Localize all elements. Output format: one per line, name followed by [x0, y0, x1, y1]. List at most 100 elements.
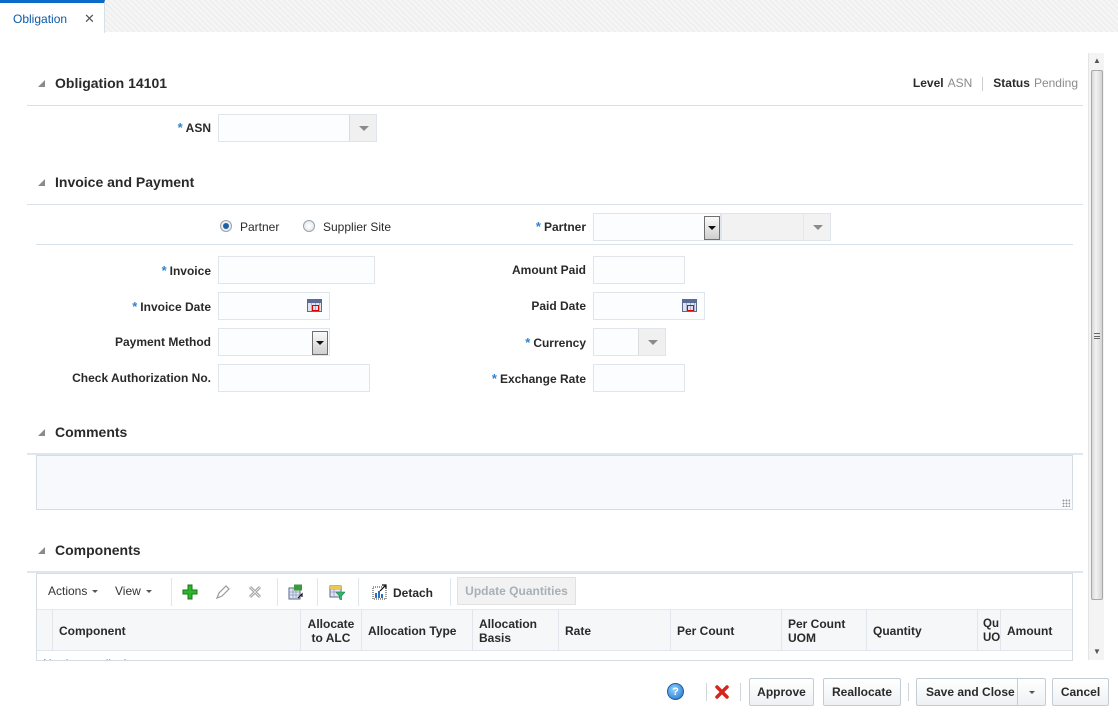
invoice-date-input[interactable] [218, 292, 330, 320]
status-label: Status [993, 76, 1030, 90]
divider [706, 683, 707, 701]
column-header-allocation-type[interactable]: Allocation Type [362, 610, 473, 651]
exchange-rate-label: * Exchange Rate [491, 371, 586, 386]
partner-radio-label[interactable]: Partner [240, 220, 279, 234]
invoice-label: * Invoice [161, 263, 211, 278]
partner-description-field [721, 213, 831, 241]
toolbar-separator [171, 578, 172, 606]
delete-x-icon[interactable] [714, 684, 730, 700]
header-info: Level ASN Status Pending [913, 76, 1078, 91]
close-icon[interactable]: ✕ [84, 11, 95, 27]
required-indicator: * [535, 219, 541, 234]
column-header-quantity[interactable]: Quantity [867, 610, 978, 651]
required-indicator: * [525, 335, 531, 350]
disclosure-triangle-icon[interactable] [38, 547, 45, 554]
chevron-down-icon[interactable] [704, 216, 720, 240]
status-value: Pending [1033, 76, 1078, 90]
detach-icon [372, 584, 387, 600]
required-indicator: * [132, 299, 138, 314]
save-and-close-label[interactable]: Save and Close [926, 685, 1015, 699]
required-indicator: * [177, 120, 183, 135]
tab-label[interactable]: Obligation [13, 12, 67, 26]
supplier-site-radio-label[interactable]: Supplier Site [323, 220, 391, 234]
chevron-down-icon [145, 590, 152, 594]
chevron-down-icon[interactable] [638, 329, 665, 355]
toolbar-separator [358, 578, 359, 606]
approve-button[interactable]: Approve [749, 678, 814, 706]
divider [908, 683, 909, 701]
exchange-rate-input[interactable] [593, 364, 685, 392]
calendar-icon[interactable] [682, 299, 697, 312]
scroll-thumb[interactable] [1091, 70, 1103, 600]
payment-method-label: Payment Method [114, 335, 211, 349]
disclosure-triangle-icon[interactable] [38, 179, 45, 186]
view-menu[interactable]: View [115, 584, 152, 598]
supplier-site-radio[interactable] [303, 220, 315, 232]
toolbar-separator [450, 578, 451, 606]
table-header-row: Component Allocate to ALC Allocation Typ… [37, 610, 1072, 651]
tab-bar: Obligation ✕ [0, 0, 1118, 33]
column-header-allocate-to-alc[interactable]: Allocate to ALC [301, 610, 362, 651]
amount-paid-input[interactable] [593, 256, 685, 284]
column-header-amount[interactable]: Amount [1001, 610, 1072, 651]
divider [27, 204, 1083, 205]
amount-paid-label: Amount Paid [512, 263, 586, 277]
tab-obligation[interactable]: Obligation ✕ [0, 0, 105, 33]
cancel-button[interactable]: Cancel [1052, 678, 1109, 706]
divider [740, 683, 741, 701]
currency-select[interactable] [593, 328, 666, 356]
components-table: Actions View Detach Update Quantities Co… [36, 573, 1073, 661]
partner-select[interactable] [593, 213, 721, 241]
chevron-down-icon[interactable] [1017, 679, 1045, 705]
section-title: Components [55, 542, 141, 558]
partner-radio[interactable] [220, 220, 232, 232]
resize-handle-icon[interactable] [1062, 499, 1070, 507]
calendar-icon[interactable] [307, 299, 322, 312]
vertical-scrollbar[interactable]: ▲ ▼ [1088, 53, 1104, 660]
grip-icon [1094, 333, 1100, 339]
required-indicator: * [161, 263, 167, 278]
actions-menu[interactable]: Actions [48, 584, 99, 598]
query-filter-icon[interactable] [329, 584, 345, 600]
table-toolbar: Actions View Detach Update Quantities [37, 574, 1072, 610]
check-authorization-input[interactable] [218, 364, 370, 392]
chevron-down-icon [803, 214, 830, 240]
toolbar-separator [277, 578, 278, 606]
scroll-up-arrow-icon[interactable]: ▲ [1089, 53, 1105, 69]
invoice-input[interactable] [218, 256, 375, 284]
export-excel-icon[interactable] [288, 584, 304, 600]
footer-button-bar: ? Approve Reallocate Save and Close Canc… [0, 672, 1118, 712]
column-header-component[interactable]: Component [53, 610, 301, 651]
column-header-per-count-uom[interactable]: Per Count UOM [782, 610, 867, 651]
currency-label: * Currency [525, 335, 586, 350]
chevron-down-icon [92, 590, 99, 594]
toolbar-separator [317, 578, 318, 606]
scroll-down-arrow-icon[interactable]: ▼ [1089, 644, 1105, 660]
paid-date-input[interactable] [593, 292, 705, 320]
column-header-rate[interactable]: Rate [559, 610, 671, 651]
reallocate-button[interactable]: Reallocate [823, 678, 901, 706]
add-icon[interactable] [182, 584, 198, 600]
asn-select[interactable] [218, 114, 377, 142]
update-quantities-button[interactable]: Update Quantities [457, 577, 576, 605]
delete-icon[interactable] [247, 584, 263, 600]
disclosure-triangle-icon[interactable] [38, 80, 45, 87]
column-header-per-count[interactable]: Per Count [671, 610, 782, 651]
disclosure-triangle-icon[interactable] [38, 429, 45, 436]
edit-icon[interactable] [215, 584, 231, 600]
chevron-down-icon[interactable] [312, 331, 328, 355]
level-label: Level [912, 76, 944, 90]
detach-button[interactable]: Detach [372, 584, 433, 600]
payment-method-select[interactable] [218, 328, 330, 356]
comments-textarea[interactable] [36, 455, 1073, 510]
invoice-date-label: * Invoice Date [132, 299, 211, 314]
column-header-quantity-uom[interactable]: Qu UO [978, 610, 1001, 651]
column-header-allocation-basis[interactable]: Allocation Basis [473, 610, 559, 651]
divider [982, 76, 984, 91]
asn-label: * ASN [177, 120, 211, 135]
chevron-down-icon[interactable] [349, 115, 376, 141]
divider [27, 105, 1083, 106]
help-icon[interactable]: ? [667, 683, 684, 700]
divider [36, 244, 1073, 245]
save-and-close-button[interactable]: Save and Close [916, 678, 1046, 706]
